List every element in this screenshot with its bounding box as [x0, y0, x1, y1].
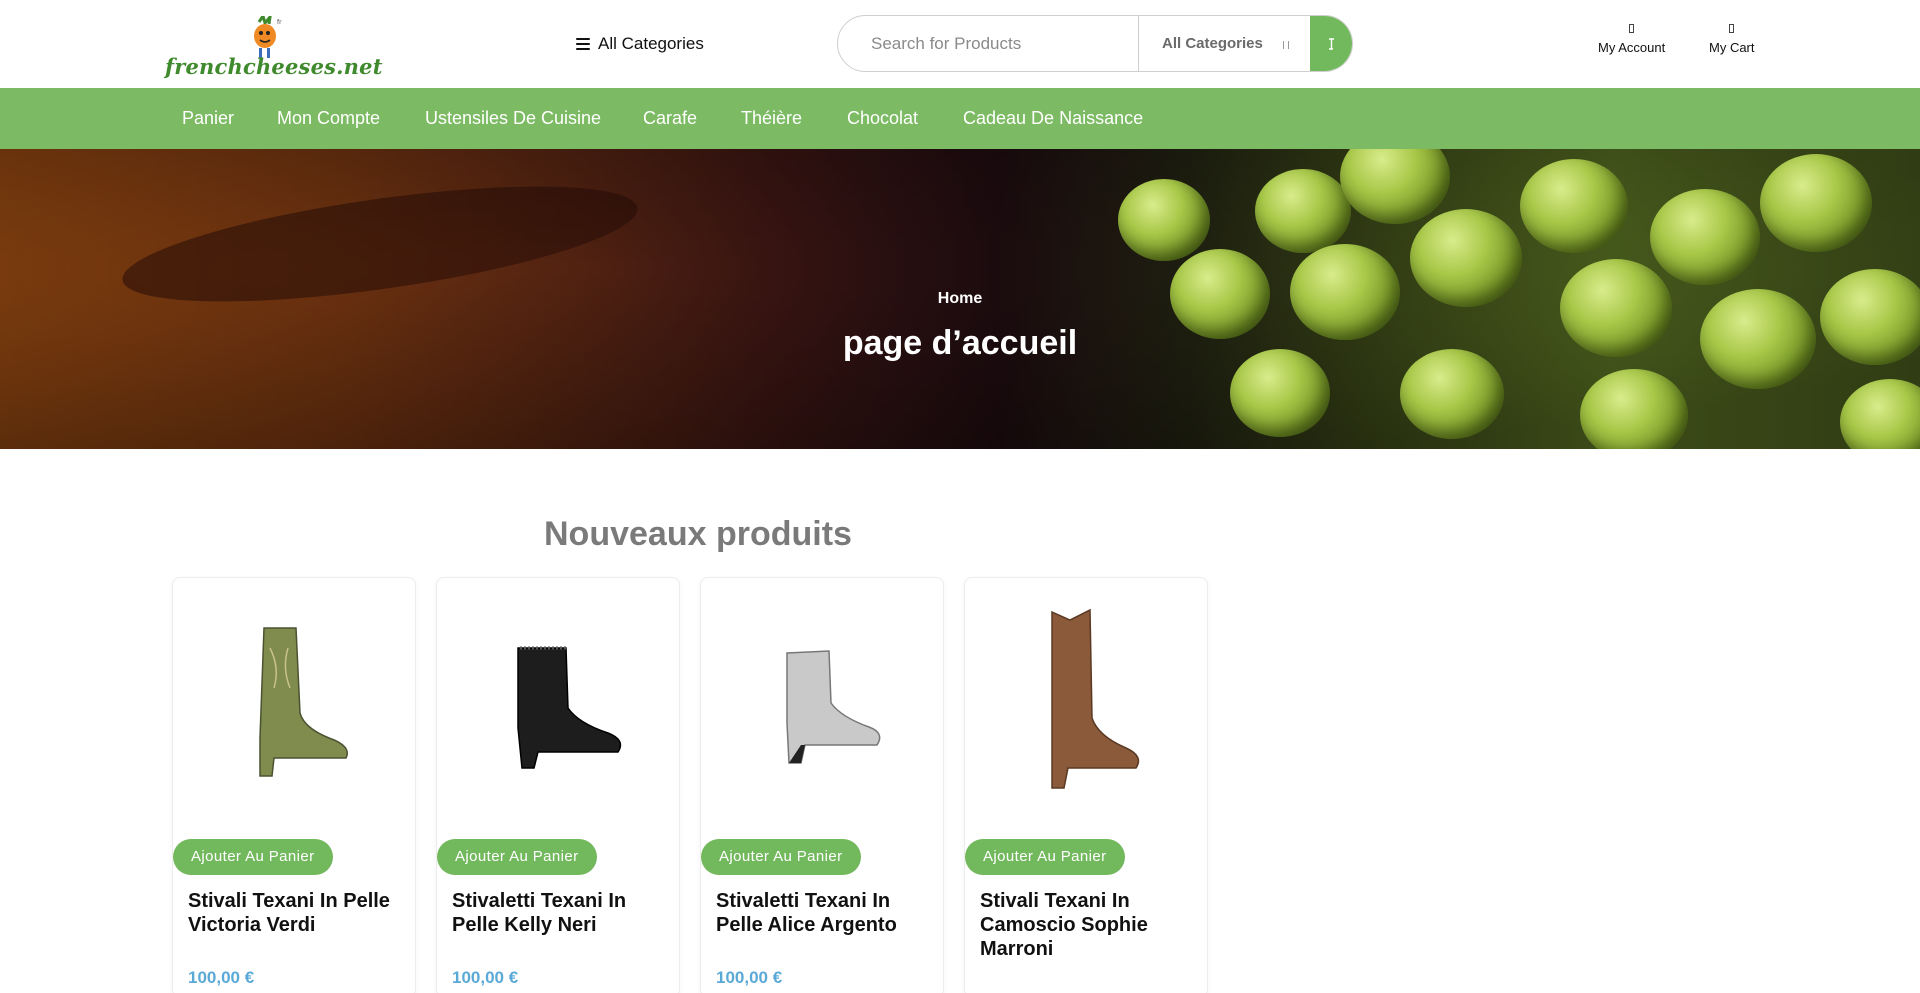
my-account-link[interactable]: My Account [1598, 24, 1665, 55]
grape [1255, 169, 1351, 253]
nav-item-mon-compte[interactable]: Mon Compte [277, 88, 380, 149]
add-to-cart-button[interactable]: Ajouter Au Panier [437, 839, 597, 875]
logo-wordmark: frenchcheeses.net [165, 54, 383, 79]
breadcrumb[interactable]: Home [0, 290, 1920, 308]
cowboy-boot-image [786, 650, 881, 764]
nav-item-theiere[interactable]: Théière [741, 88, 802, 149]
chevron-down-icon [1283, 41, 1289, 49]
hamburger-icon [576, 38, 590, 50]
search-input[interactable] [838, 16, 1138, 71]
product-card[interactable]: Ajouter Au Panier Stivali Texani In Camo… [964, 577, 1208, 993]
search-bar: All Categories [837, 15, 1353, 72]
product-price: 100,00 € [188, 968, 255, 987]
user-icon [1629, 24, 1635, 33]
cart-icon [1729, 24, 1735, 33]
add-to-cart-button[interactable]: Ajouter Au Panier [173, 839, 333, 875]
grape [1760, 154, 1872, 252]
product-image[interactable] [701, 578, 943, 828]
add-to-cart-button[interactable]: Ajouter Au Panier [965, 839, 1125, 875]
product-image[interactable] [173, 578, 415, 828]
cowboy-boot-image [1051, 608, 1140, 789]
site-header: fr frenchcheeses.net All Categories All … [0, 0, 1920, 88]
add-to-cart-button[interactable]: Ajouter Au Panier [701, 839, 861, 875]
main-navigation: Panier Mon Compte Ustensiles De Cuisine … [0, 88, 1920, 149]
nav-item-chocolat[interactable]: Chocolat [847, 88, 918, 149]
category-select[interactable]: All Categories [1139, 16, 1311, 71]
page-title: page d’accueil [842, 324, 1078, 362]
grape [1118, 179, 1210, 261]
nav-item-ustensiles-de-cuisine[interactable]: Ustensiles De Cuisine [425, 88, 601, 149]
all-categories-menu-button[interactable]: All Categories [576, 30, 704, 58]
product-name[interactable]: Stivaletti Texani In Pelle Alice Argento [716, 889, 938, 937]
nav-item-carafe[interactable]: Carafe [643, 88, 697, 149]
grape [1520, 159, 1628, 253]
all-categories-label: All Categories [598, 34, 704, 53]
hero-banner: Home page d’accueil [0, 149, 1920, 449]
grape [1650, 189, 1760, 285]
product-name[interactable]: Stivali Texani In Camoscio Sophie Marron… [980, 889, 1202, 961]
my-cart-link[interactable]: My Cart [1709, 24, 1755, 55]
product-card[interactable]: Ajouter Au Panier Stivaletti Texani In P… [436, 577, 680, 993]
my-cart-label: My Cart [1709, 40, 1755, 55]
search-button[interactable] [1310, 16, 1352, 71]
my-account-label: My Account [1598, 40, 1666, 55]
product-price: 100,00 € [452, 968, 519, 987]
product-image[interactable] [965, 578, 1207, 828]
category-select-value: All Categories [1162, 35, 1263, 52]
product-card[interactable]: Ajouter Au Panier Stivali Texani In Pell… [172, 577, 416, 993]
product-image[interactable] [437, 578, 679, 828]
product-name[interactable]: Stivali Texani In Pelle Victoria Verdi [188, 889, 410, 937]
product-name[interactable]: Stivaletti Texani In Pelle Kelly Neri [452, 889, 674, 937]
product-card[interactable]: Ajouter Au Panier Stivaletti Texani In P… [700, 577, 944, 993]
search-icon [1329, 37, 1334, 50]
svg-text:fr: fr [277, 19, 282, 26]
cowboy-boot-image [259, 627, 348, 777]
product-price: 100,00 € [716, 968, 783, 987]
site-logo[interactable]: fr frenchcheeses.net [165, 16, 382, 79]
section-title: Nouveaux produits [544, 515, 852, 553]
nav-item-panier[interactable]: Panier [182, 88, 234, 149]
nav-item-cadeau-de-naissance[interactable]: Cadeau De Naissance [963, 88, 1143, 149]
cowboy-boot-image [517, 646, 622, 769]
